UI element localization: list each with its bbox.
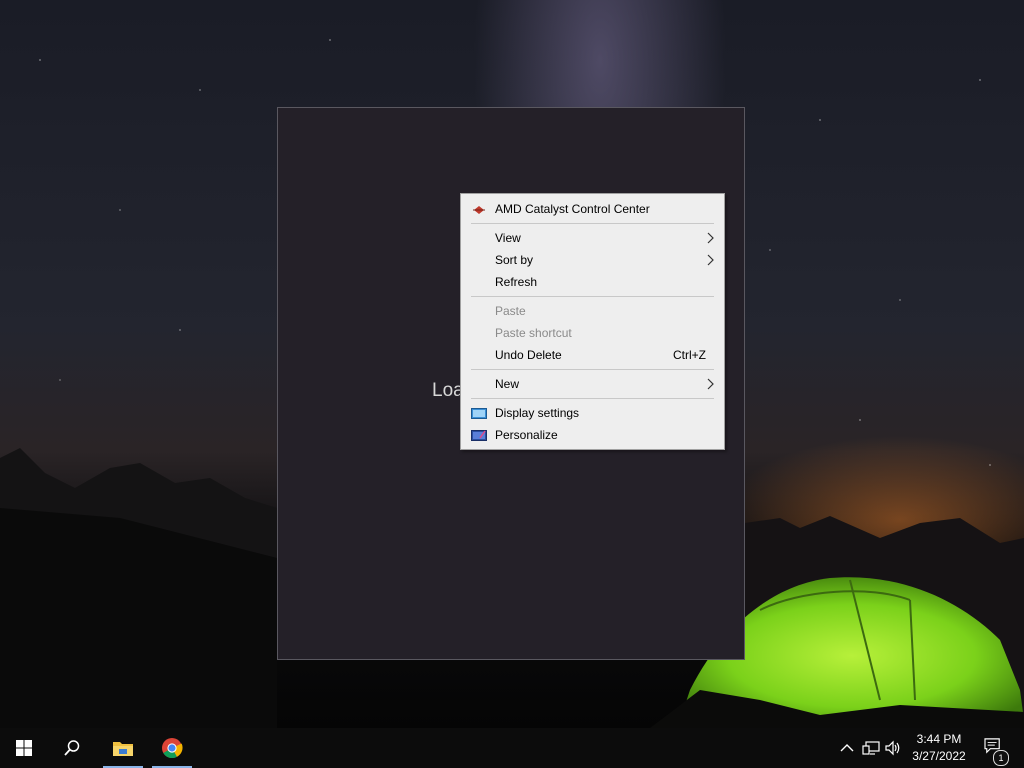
chevron-right-icon bbox=[707, 254, 714, 266]
volume-icon[interactable] bbox=[885, 740, 903, 756]
clock-date: 3/27/2022 bbox=[912, 749, 966, 763]
desktop-context-menu: AMD Catalyst Control Center View Sort by… bbox=[460, 193, 725, 450]
menu-separator bbox=[471, 296, 714, 297]
menu-item-view[interactable]: View bbox=[463, 227, 722, 249]
taskbar: 3:44 PM 3/27/2022 bbox=[0, 728, 1024, 768]
menu-item-sort-by[interactable]: Sort by bbox=[463, 249, 722, 271]
menu-item-display-settings[interactable]: Display settings bbox=[463, 402, 722, 424]
menu-item-refresh[interactable]: Refresh bbox=[463, 271, 722, 293]
loading-text: Loa bbox=[432, 380, 464, 401]
chevron-up-icon[interactable] bbox=[840, 740, 854, 756]
menu-item-personalize[interactable]: Personalize bbox=[463, 424, 722, 446]
folder-icon bbox=[113, 742, 133, 756]
menu-item-paste[interactable]: Paste bbox=[463, 300, 722, 322]
chevron-right-icon bbox=[707, 232, 714, 244]
chrome-button[interactable] bbox=[152, 728, 192, 768]
menu-separator bbox=[471, 369, 714, 370]
amd-icon bbox=[471, 202, 487, 216]
menu-shortcut: Ctrl+Z bbox=[673, 348, 706, 362]
clock-time: 3:44 PM bbox=[916, 732, 962, 746]
notification-count-badge: 1 bbox=[993, 750, 1009, 766]
display-settings-icon bbox=[471, 406, 487, 420]
menu-item-paste-shortcut[interactable]: Paste shortcut bbox=[463, 322, 722, 344]
menu-item-undo-delete[interactable]: Undo Delete Ctrl+Z bbox=[463, 344, 722, 366]
file-explorer-button[interactable] bbox=[103, 728, 143, 768]
taskbar-clock[interactable]: 3:44 PM 3/27/2022 bbox=[906, 731, 972, 765]
menu-separator bbox=[471, 223, 714, 224]
menu-item-new[interactable]: New bbox=[463, 373, 722, 395]
search-icon bbox=[64, 740, 80, 756]
network-icon[interactable] bbox=[862, 740, 880, 756]
personalize-icon bbox=[471, 428, 487, 442]
search-button[interactable] bbox=[52, 728, 92, 768]
start-button[interactable] bbox=[4, 728, 44, 768]
menu-item-amd-catalyst[interactable]: AMD Catalyst Control Center bbox=[463, 198, 722, 220]
chevron-right-icon bbox=[707, 378, 714, 390]
menu-separator bbox=[471, 398, 714, 399]
windows-logo-icon bbox=[16, 740, 32, 756]
chrome-icon bbox=[162, 738, 183, 759]
